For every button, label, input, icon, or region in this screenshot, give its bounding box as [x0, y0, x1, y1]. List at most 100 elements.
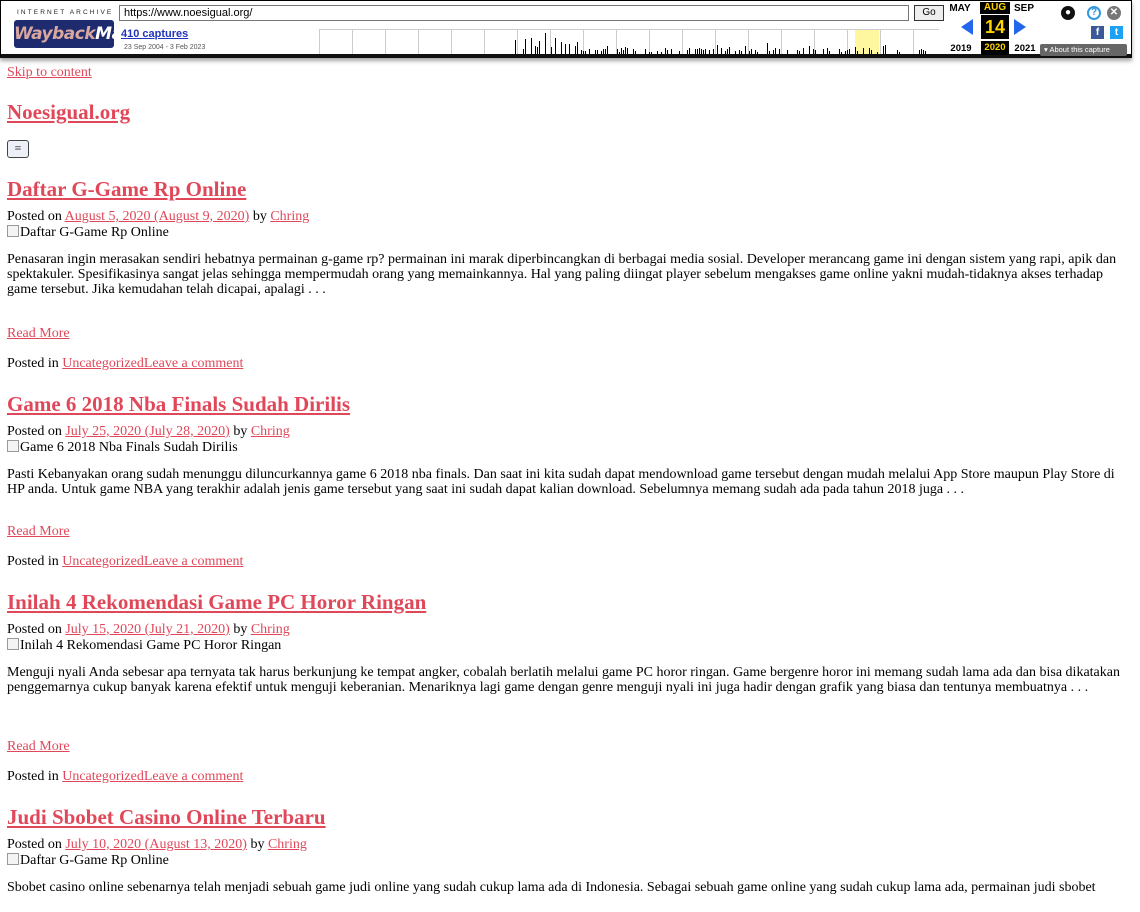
sparkline-bar — [787, 50, 788, 54]
sparkline-bar — [855, 47, 856, 54]
post-date-link[interactable]: August 5, 2020 (August 9, 2020) — [65, 209, 250, 224]
current-month-label: AUG — [980, 2, 1010, 14]
image-alt-text: Daftar G-Game Rp Online — [20, 853, 169, 868]
next-year-label[interactable]: 2021 — [1011, 43, 1039, 54]
menu-toggle-button[interactable]: ≡ — [7, 140, 29, 158]
post-meta: Posted on August 5, 2020 (August 9, 2020… — [7, 209, 309, 225]
post-title-link[interactable]: Judi Sbobet Casino Online Terbaru — [7, 805, 326, 829]
leave-comment-link[interactable]: Leave a comment — [144, 554, 244, 569]
captures-link[interactable]: 410 captures — [121, 28, 188, 40]
sparkline-bar — [799, 51, 800, 54]
post-title-link[interactable]: Daftar G-Game Rp Online — [7, 177, 246, 201]
prev-month-label[interactable]: MAY — [945, 3, 975, 14]
sparkline-bar — [617, 49, 618, 54]
read-more-link[interactable]: Read More — [7, 739, 70, 755]
about-capture-button[interactable]: ▾ About this capture — [1040, 44, 1127, 56]
sparkline-bar — [839, 49, 840, 54]
wayback-url-input[interactable]: https://www.noesigual.org/ — [119, 5, 909, 21]
sparkline-bar — [857, 51, 858, 54]
facebook-icon[interactable]: f — [1091, 26, 1104, 39]
sparkline-bar — [815, 50, 816, 54]
sparkline-bar — [671, 49, 672, 54]
leave-comment-link[interactable]: Leave a comment — [144, 769, 244, 784]
sparkline-year-divider — [319, 30, 320, 54]
sparkline-year-divider — [649, 30, 650, 54]
sparkline-bar — [739, 50, 740, 54]
wayback-logo[interactable]: INTERNET ARCHIVE WaybackMachine — [7, 5, 172, 53]
next-capture-arrow-icon[interactable] — [1014, 19, 1026, 35]
post-excerpt: Sbobet casino online sebenarnya telah me… — [7, 880, 1096, 895]
post-title-link[interactable]: Inilah 4 Rekomendasi Game PC Horor Ringa… — [7, 590, 426, 614]
sparkline-bar — [679, 51, 680, 54]
sparkline-bar — [845, 51, 846, 54]
sparkline-bar — [649, 52, 650, 54]
category-link[interactable]: Uncategorized — [62, 554, 144, 569]
sparkline-bar — [735, 51, 736, 54]
read-more-link[interactable]: Read More — [7, 326, 70, 342]
post-date-link[interactable]: July 10, 2020 (August 13, 2020) — [65, 837, 247, 852]
category-link[interactable]: Uncategorized — [62, 356, 144, 371]
sparkline-bar — [899, 52, 900, 54]
post-title-link[interactable]: Game 6 2018 Nba Finals Sudah Dirilis — [7, 392, 350, 416]
broken-image-icon — [7, 225, 19, 237]
skip-to-content-link[interactable]: Skip to content — [7, 65, 92, 81]
post-image: Daftar G-Game Rp Online — [7, 853, 169, 869]
image-alt-text: Inilah 4 Rekomendasi Game PC Horor Ringa… — [20, 638, 282, 653]
author-link[interactable]: Chring — [251, 424, 290, 439]
broken-image-icon — [7, 440, 19, 452]
read-more-link[interactable]: Read More — [7, 524, 70, 540]
sparkline-bar — [619, 52, 620, 54]
broken-image-icon — [7, 638, 19, 650]
sparkline-bar — [803, 48, 804, 54]
sparkline-bar — [565, 44, 566, 54]
wayback-machine-logo: WaybackMachine — [14, 20, 172, 48]
sparkline-year-divider — [781, 30, 782, 54]
broken-image-icon — [7, 853, 19, 865]
sparkline-bar — [829, 51, 830, 54]
by-label: by — [229, 622, 251, 637]
prev-year-label[interactable]: 2019 — [947, 43, 975, 54]
site-title[interactable]: Noesigual.org — [7, 100, 130, 125]
sparkline-bar — [849, 49, 850, 54]
capture-sparkline[interactable] — [319, 29, 939, 54]
twitter-icon[interactable]: t — [1110, 26, 1123, 39]
sparkline-year-divider — [484, 30, 485, 54]
user-icon[interactable]: ● — [1061, 6, 1075, 20]
help-icon[interactable]: ? — [1087, 6, 1101, 20]
author-link[interactable]: Chring — [270, 209, 309, 224]
sparkline-bar — [555, 38, 556, 54]
go-button[interactable]: Go — [914, 5, 944, 21]
sparkline-bar — [561, 42, 562, 54]
posted-on-label: Posted on — [7, 622, 66, 637]
posted-on-label: Posted on — [7, 209, 65, 224]
sparkline-bar — [603, 49, 604, 54]
sparkline-bar — [597, 50, 598, 54]
sparkline-year-divider — [913, 30, 914, 54]
prev-capture-arrow-icon[interactable] — [961, 19, 973, 35]
by-label: by — [246, 837, 268, 852]
sparkline-bar — [871, 50, 872, 54]
post-image: Daftar G-Game Rp Online — [7, 225, 169, 241]
sparkline-bar — [627, 48, 628, 54]
sparkline-bar — [769, 51, 770, 54]
post-footer: Posted in UncategorizedLeave a comment — [7, 769, 243, 785]
author-link[interactable]: Chring — [251, 622, 290, 637]
category-link[interactable]: Uncategorized — [62, 769, 144, 784]
sparkline-bar — [635, 51, 636, 54]
post-article: Inilah 4 Rekomendasi Game PC Horor Ringa… — [7, 589, 1127, 784]
sparkline-bar — [575, 46, 576, 54]
post-date-link[interactable]: July 25, 2020 (July 28, 2020) — [65, 424, 230, 439]
sparkline-bar — [665, 48, 666, 54]
close-icon[interactable]: ✕ — [1107, 6, 1121, 20]
sparkline-year-divider — [715, 30, 716, 54]
sparkline-bar — [581, 50, 582, 54]
leave-comment-link[interactable]: Leave a comment — [144, 356, 244, 371]
next-month-label[interactable]: SEP — [1009, 3, 1039, 14]
sparkline-bar — [847, 50, 848, 54]
post-date-link[interactable]: July 15, 2020 (July 21, 2020) — [65, 622, 230, 637]
sparkline-bar — [749, 51, 750, 54]
author-link[interactable]: Chring — [268, 837, 307, 852]
sparkline-bar — [595, 50, 596, 54]
sparkline-bar — [705, 49, 706, 54]
sparkline-bar — [757, 52, 758, 54]
